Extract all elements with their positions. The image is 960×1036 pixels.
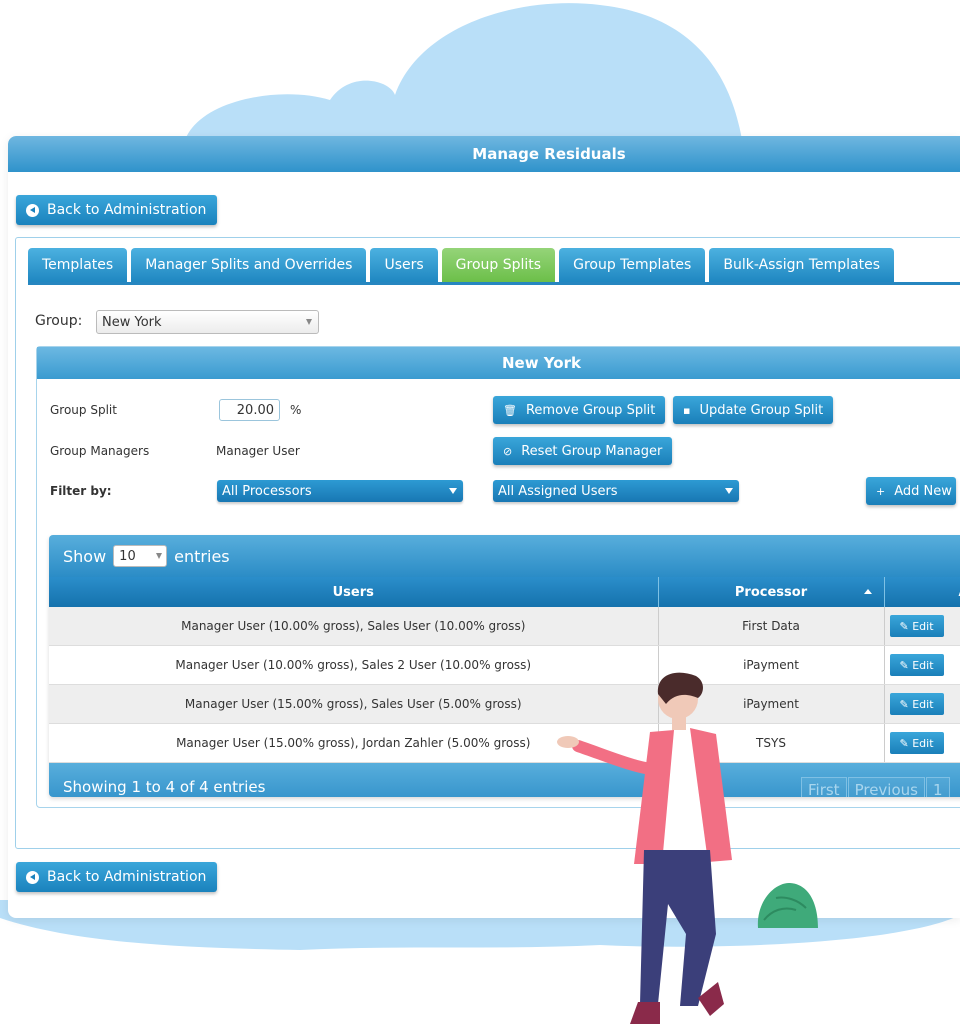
column-header-processor[interactable]: Processor bbox=[658, 577, 885, 607]
table-row: Manager User (10.00% gross), Sales 2 Use… bbox=[49, 645, 960, 685]
row-actions: ✎ Edit bbox=[884, 645, 960, 685]
group-select-value: New York bbox=[102, 314, 162, 330]
update-button-label: Update Group Split bbox=[699, 402, 824, 418]
tab-bulk-assign-templates[interactable]: Bulk-Assign Templates bbox=[709, 248, 895, 282]
edit-label: Edit bbox=[912, 736, 934, 750]
reset-button-label: Reset Group Manager bbox=[521, 443, 663, 459]
pagination: First Previous 1 bbox=[801, 777, 951, 797]
pagination-first[interactable]: First bbox=[801, 777, 847, 797]
pencil-icon: ✎ bbox=[899, 658, 913, 672]
back-arrow-icon bbox=[26, 870, 39, 884]
group-splits-table: Show 10 entries Users Processor A bbox=[49, 535, 960, 797]
entries-label: entries bbox=[174, 546, 230, 566]
pagination-previous[interactable]: Previous bbox=[847, 777, 925, 797]
sort-up-icon bbox=[863, 589, 872, 594]
table-info: Showing 1 to 4 of 4 entries bbox=[63, 778, 266, 796]
group-detail-panel: New York Group Split 20.00 % 🗑 Remove Gr… bbox=[36, 346, 960, 808]
processor-filter-select[interactable]: All Processors bbox=[217, 480, 463, 502]
table-length-bar: Show 10 entries bbox=[49, 535, 960, 577]
table-row: Manager User (10.00% gross), Sales User … bbox=[49, 607, 960, 646]
edit-button[interactable]: ✎ Edit bbox=[889, 693, 944, 715]
chevron-down-icon bbox=[725, 488, 733, 494]
back-to-administration-button-top[interactable]: Back to Administration bbox=[16, 195, 218, 225]
residual-tabs: Templates Manager Splits and Overrides U… bbox=[28, 248, 898, 282]
table-row: Manager User (15.00% gross), Sales User … bbox=[49, 684, 960, 724]
group-split-label: Group Split bbox=[50, 403, 117, 417]
row-actions: ✎ Edit bbox=[884, 607, 960, 646]
length-value: 10 bbox=[119, 548, 136, 564]
table-footer: Showing 1 to 4 of 4 entries First Previo… bbox=[49, 763, 960, 797]
remove-button-label: Remove Group Split bbox=[525, 402, 656, 418]
assigned-users-filter-select[interactable]: All Assigned Users bbox=[493, 480, 739, 502]
person-illustration bbox=[557, 672, 732, 1024]
filter-by-label: Filter by: bbox=[50, 484, 112, 498]
row-actions: ✎ Edit bbox=[884, 684, 960, 724]
edit-label: Edit bbox=[912, 658, 934, 672]
row-processor: First Data bbox=[658, 607, 885, 646]
pencil-icon: ✎ bbox=[899, 619, 913, 633]
processor-header-label: Processor bbox=[734, 584, 808, 600]
group-select[interactable]: New York bbox=[96, 310, 319, 334]
users-filter-value: All Assigned Users bbox=[498, 483, 618, 499]
tab-manager-splits-and-overrides[interactable]: Manager Splits and Overrides bbox=[131, 248, 367, 282]
save-icon: ▪ bbox=[683, 403, 691, 417]
column-header-actions[interactable]: A bbox=[884, 577, 960, 607]
row-users: Manager User (10.00% gross), Sales User … bbox=[49, 607, 659, 646]
edit-label: Edit bbox=[912, 619, 934, 633]
table-row: Manager User (15.00% gross), Jordan Zahl… bbox=[49, 723, 960, 763]
add-new-button[interactable]: + Add New bbox=[866, 477, 956, 505]
chevron-down-icon bbox=[156, 553, 163, 559]
chevron-down-icon bbox=[306, 319, 312, 325]
tab-group-templates[interactable]: Group Templates bbox=[559, 248, 706, 282]
ban-icon: ⊘ bbox=[503, 444, 513, 458]
group-split-input[interactable]: 20.00 bbox=[219, 399, 280, 421]
chevron-down-icon bbox=[449, 488, 457, 494]
tab-group-splits[interactable]: Group Splits bbox=[441, 248, 556, 282]
window-title: Manage Residuals bbox=[8, 136, 960, 172]
pencil-icon: ✎ bbox=[899, 736, 913, 750]
plant-illustration bbox=[757, 882, 818, 928]
edit-button[interactable]: ✎ Edit bbox=[889, 615, 944, 637]
entries-length-select[interactable]: 10 bbox=[113, 545, 168, 567]
row-actions: ✎ Edit bbox=[884, 723, 960, 763]
column-header-users[interactable]: Users bbox=[49, 577, 659, 607]
pencil-icon: ✎ bbox=[899, 697, 913, 711]
trash-icon: 🗑 bbox=[503, 403, 517, 417]
manage-residuals-window: Manage Residuals Back to Administration … bbox=[8, 136, 960, 918]
percent-label: % bbox=[290, 403, 302, 417]
back-arrow-icon bbox=[26, 203, 39, 217]
back-to-administration-button-bottom[interactable]: Back to Administration bbox=[16, 862, 218, 892]
group-managers-value: Manager User bbox=[216, 444, 300, 458]
group-panel-title: New York bbox=[37, 347, 960, 379]
group-splits-panel: Templates Manager Splits and Overrides U… bbox=[15, 237, 960, 849]
processor-filter-value: All Processors bbox=[222, 483, 312, 499]
edit-button[interactable]: ✎ Edit bbox=[889, 732, 944, 754]
reset-group-manager-button[interactable]: ⊘ Reset Group Manager bbox=[493, 437, 673, 465]
tab-users[interactable]: Users bbox=[370, 248, 438, 282]
add-button-label: Add New bbox=[894, 483, 952, 499]
back-button-label: Back to Administration bbox=[47, 202, 207, 218]
splits-table: Users Processor A Manager User (10.00% g… bbox=[49, 577, 960, 763]
back-button-label: Back to Administration bbox=[47, 869, 207, 885]
group-label: Group: bbox=[35, 313, 83, 329]
pagination-page[interactable]: 1 bbox=[925, 777, 950, 797]
edit-button[interactable]: ✎ Edit bbox=[889, 654, 944, 676]
update-group-split-button[interactable]: ▪ Update Group Split bbox=[673, 396, 834, 424]
plus-icon: + bbox=[876, 484, 886, 498]
edit-label: Edit bbox=[912, 697, 934, 711]
tab-templates[interactable]: Templates bbox=[28, 248, 128, 282]
remove-group-split-button[interactable]: 🗑 Remove Group Split bbox=[493, 396, 666, 424]
group-managers-label: Group Managers bbox=[50, 444, 150, 458]
tab-strip bbox=[28, 282, 960, 285]
show-label: Show bbox=[63, 546, 107, 566]
